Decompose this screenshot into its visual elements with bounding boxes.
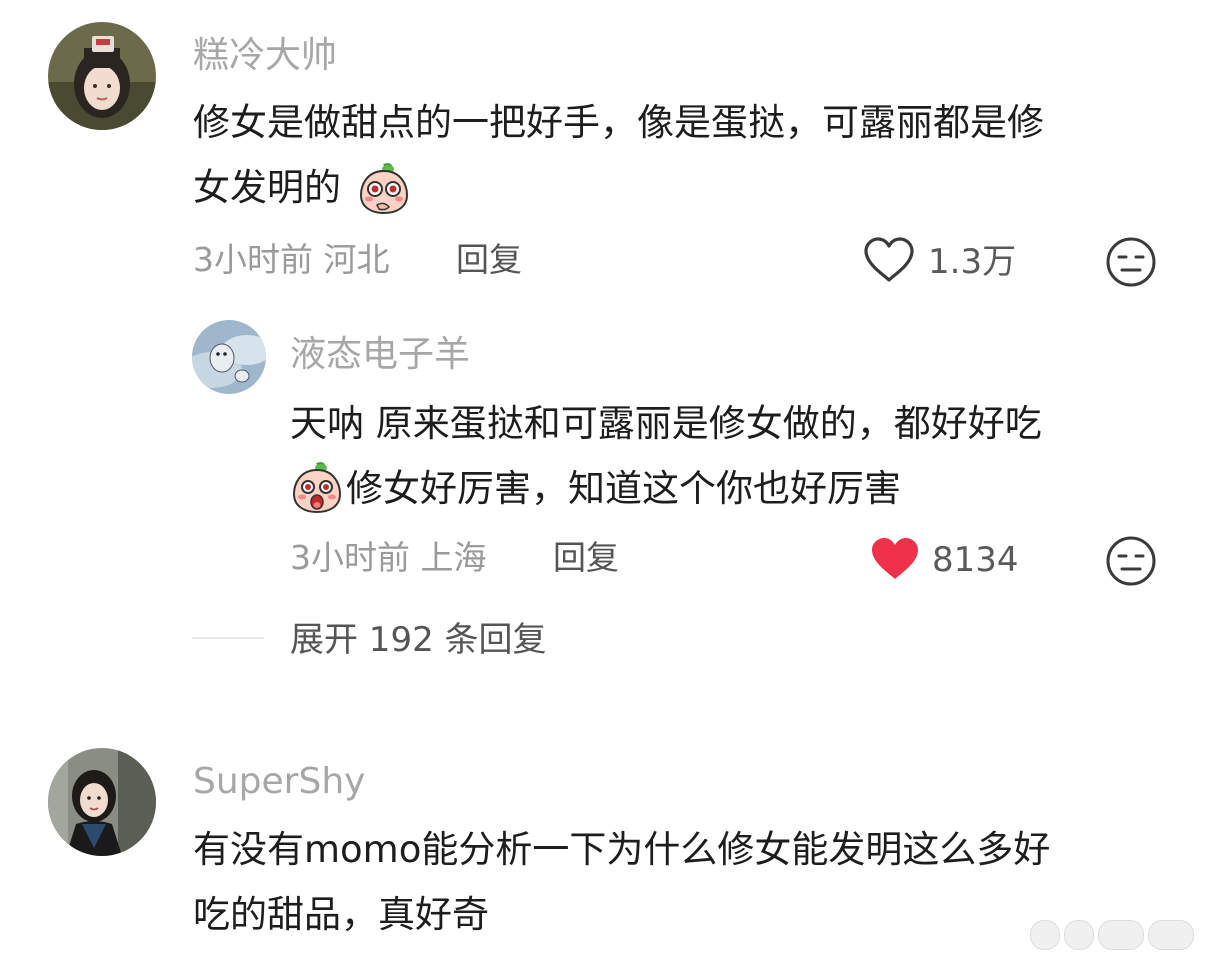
dislike-face-icon[interactable] <box>1105 236 1157 288</box>
reply-button[interactable]: 回复 <box>553 538 619 578</box>
watermark <box>1030 920 1195 950</box>
like-count: 8134 <box>932 540 1019 580</box>
expand-replies-button[interactable]: 展开 192 条回复 <box>290 620 547 660</box>
comment-meta: 3小时前 河北 <box>193 240 390 279</box>
avatar[interactable] <box>48 22 156 130</box>
comment-text: 女发明的 <box>193 166 341 209</box>
comment-text: 吃的甜品，真好奇 <box>193 893 489 936</box>
comment-text: 有没有momo能分析一下为什么修女能发明这么多好 <box>193 828 1051 871</box>
surprised-peach-emoji <box>290 460 344 514</box>
reply-text: 修女好厉害，知道这个你也好厉害 <box>346 467 901 510</box>
like-count: 1.3万 <box>928 242 1017 282</box>
expand-divider <box>192 637 264 639</box>
avatar[interactable] <box>48 748 156 856</box>
shy-peach-emoji <box>357 161 411 215</box>
reply-text: 天呐 原来蛋挞和可露丽是修女做的，都好好吃 <box>290 402 1042 445</box>
heart-outline-icon[interactable] <box>862 236 916 284</box>
reply-button[interactable]: 回复 <box>456 240 522 280</box>
username[interactable]: 液态电子羊 <box>290 335 470 375</box>
username[interactable]: 糕冷大帅 <box>193 36 337 76</box>
heart-filled-icon[interactable] <box>868 535 922 583</box>
dislike-face-icon[interactable] <box>1105 535 1157 587</box>
reply-meta: 3小时前 上海 <box>290 538 487 577</box>
username[interactable]: SuperShy <box>193 762 365 802</box>
avatar[interactable] <box>192 320 266 394</box>
comment-text: 修女是做甜点的一把好手，像是蛋挞，可露丽都是修 <box>193 101 1044 144</box>
